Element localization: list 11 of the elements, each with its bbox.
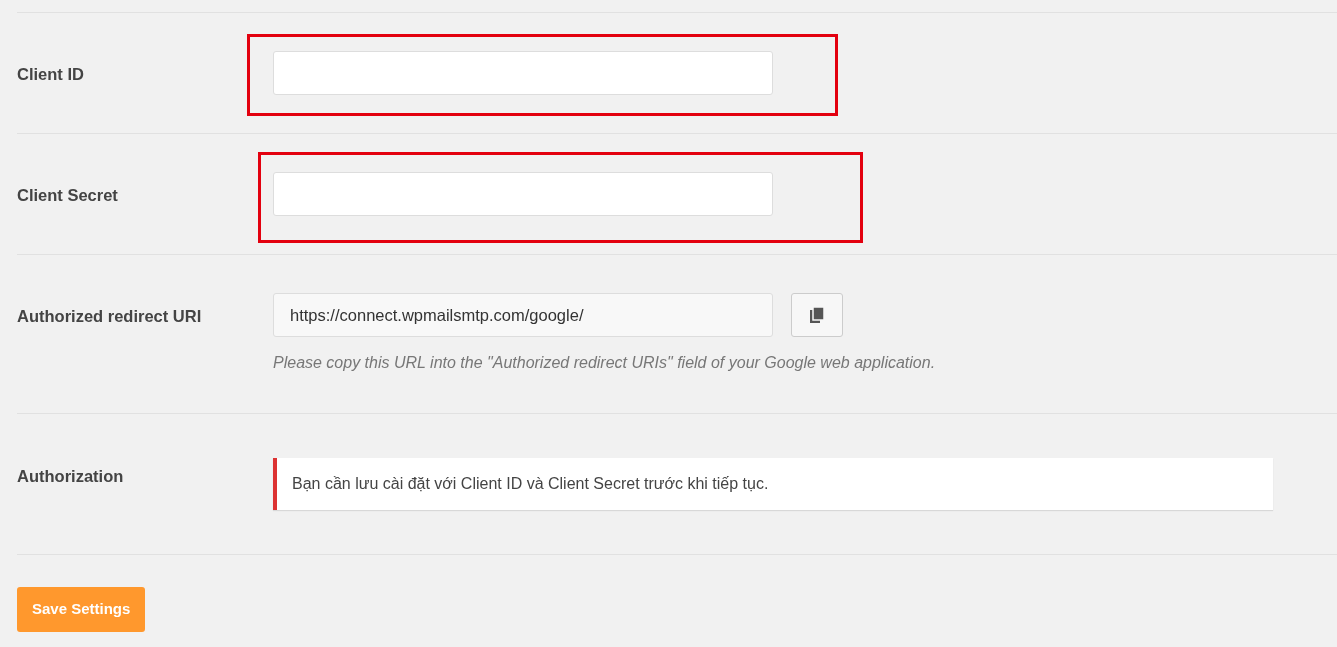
field-description: Please copy this URL into the "Authorized redirect URIs" field of your Google web application.	[273, 353, 936, 373]
field-label: Authorization	[17, 466, 125, 487]
error-notice: Bạn cần lưu cài đặt với Client ID và Client Secret trước khi tiếp tục.	[273, 458, 1273, 510]
input-field[interactable]	[273, 51, 773, 95]
input-field[interactable]	[273, 172, 773, 216]
copy-button[interactable]	[791, 293, 843, 337]
field-label: Authorized redirect URI	[17, 306, 203, 327]
field-label: Client Secret	[17, 185, 119, 206]
copy-icon	[810, 307, 824, 323]
url-field[interactable]: https://connect.wpmailsmtp.com/google/	[273, 293, 773, 337]
field-label: Client ID	[17, 64, 85, 85]
